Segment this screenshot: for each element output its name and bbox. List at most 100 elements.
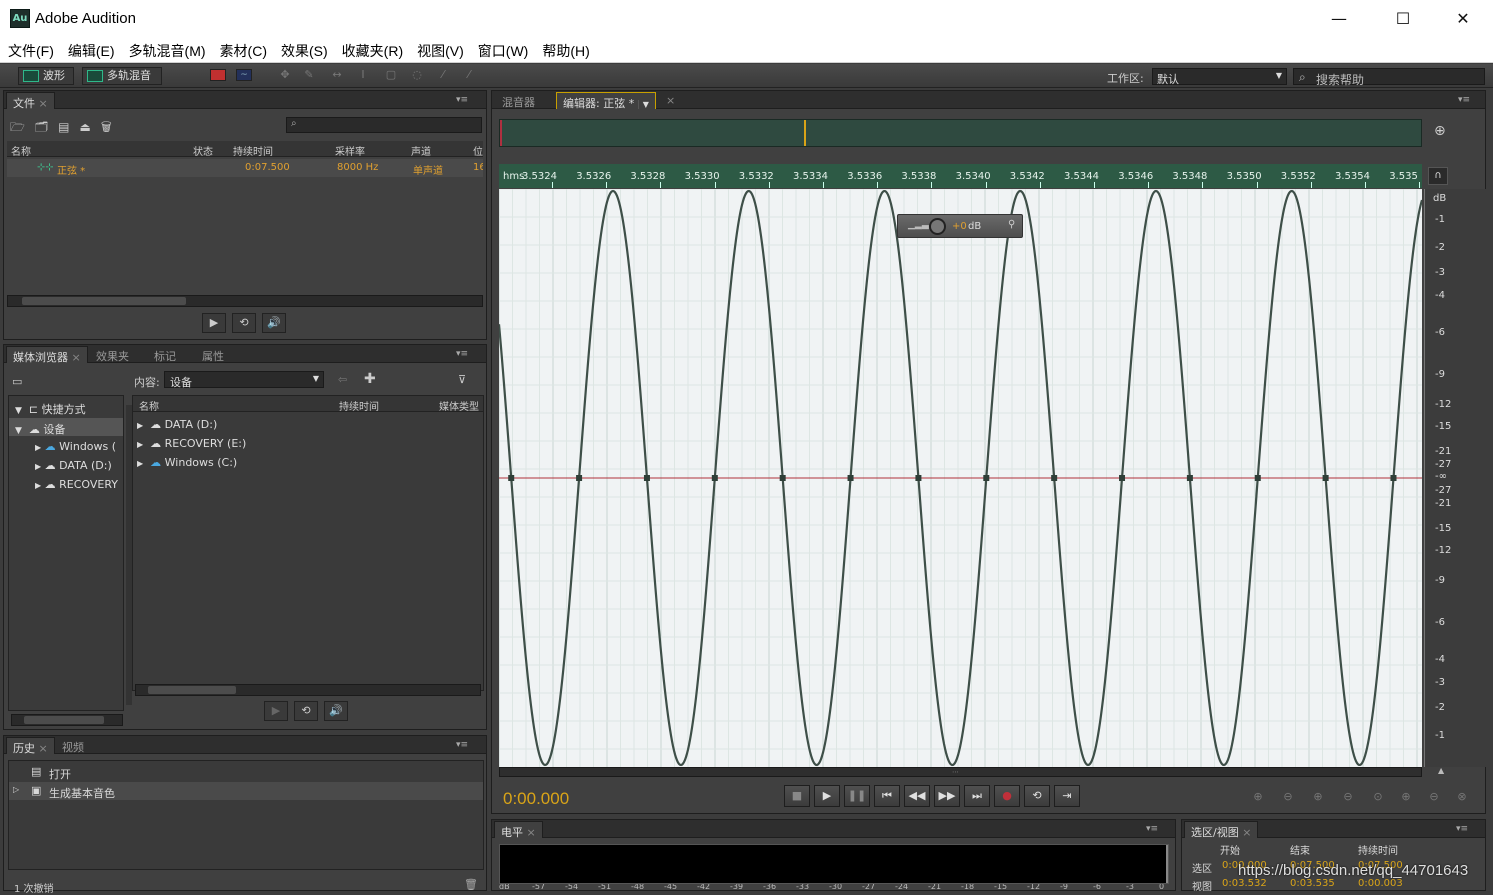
list-item[interactable]: ▶ ☁ DATA (D:) bbox=[137, 418, 217, 431]
panel-menu-icon[interactable]: ▾≡ bbox=[1456, 824, 1470, 834]
fast-forward-button[interactable]: ▶▶ bbox=[934, 785, 960, 807]
multitrack-view-button[interactable]: 多轨混音 bbox=[82, 67, 162, 85]
menu-file[interactable]: 文件(F) bbox=[8, 38, 54, 61]
time-selection-tool-icon[interactable]: I bbox=[356, 69, 370, 81]
filter-icon[interactable]: ⊽ bbox=[458, 373, 466, 386]
zoom-in-amplitude-icon[interactable]: ⊕ bbox=[1250, 790, 1266, 804]
tab-history[interactable]: 历史 × bbox=[6, 737, 55, 755]
file-search-input[interactable]: ⌕ bbox=[286, 117, 482, 133]
play-button[interactable]: ▶ bbox=[814, 785, 840, 807]
col-bits[interactable]: 位 bbox=[473, 143, 483, 158]
import-icon[interactable]: 🗂 bbox=[35, 120, 58, 134]
view-duration[interactable]: 0:00.003 bbox=[1358, 878, 1403, 889]
tab-media-browser[interactable]: 媒体浏览器 × bbox=[6, 346, 88, 364]
go-to-end-button[interactable]: ⏭ bbox=[964, 785, 990, 807]
zoom-out-amplitude-icon[interactable]: ⊖ bbox=[1280, 790, 1296, 804]
sample-point[interactable] bbox=[847, 475, 854, 481]
panel-menu-icon[interactable]: ▾≡ bbox=[456, 740, 470, 750]
spectral-view-icon[interactable] bbox=[210, 69, 226, 81]
brush-tool-icon[interactable]: ⁄ bbox=[436, 69, 450, 81]
minimize-button[interactable]: — bbox=[1316, 6, 1362, 32]
maximize-button[interactable]: ☐ bbox=[1380, 6, 1426, 32]
col-status[interactable]: 状态 bbox=[193, 143, 213, 158]
menu-favorites[interactable]: 收藏夹(R) bbox=[342, 38, 403, 61]
sample-point[interactable] bbox=[915, 475, 922, 481]
col-channels[interactable]: 声道 bbox=[411, 143, 431, 158]
sample-point[interactable] bbox=[508, 475, 515, 481]
menu-help[interactable]: 帮助(H) bbox=[542, 38, 589, 61]
auto-play-button[interactable]: 🔊 bbox=[324, 701, 348, 721]
menu-effects[interactable]: 效果(S) bbox=[281, 38, 328, 61]
delete-icon[interactable]: 🗑 bbox=[101, 120, 122, 134]
col-name[interactable]: 名称 bbox=[11, 143, 31, 158]
add-shortcut-icon[interactable]: ✚ bbox=[364, 371, 376, 387]
view-end[interactable]: 0:03.535 bbox=[1290, 878, 1335, 889]
menu-clip[interactable]: 素材(C) bbox=[220, 38, 267, 61]
slip-tool-icon[interactable]: ↔ bbox=[330, 69, 344, 81]
close-icon[interactable]: × bbox=[39, 97, 48, 110]
play-button[interactable]: ▶ bbox=[264, 701, 288, 721]
col-sample-rate[interactable]: 采样率 bbox=[335, 143, 365, 158]
razor-tool-icon[interactable]: ✎ bbox=[302, 69, 316, 81]
tab-files[interactable]: 文件 × bbox=[6, 92, 55, 110]
sample-point[interactable] bbox=[1390, 475, 1397, 481]
col-media-type[interactable]: 媒体类型 bbox=[439, 398, 479, 413]
workspace-select[interactable]: 默认 ▼ bbox=[1152, 68, 1287, 86]
tab-markers[interactable]: 标记 bbox=[148, 346, 182, 363]
zoom-in-time-icon[interactable]: ⊕ bbox=[1310, 790, 1326, 804]
sample-point[interactable] bbox=[983, 475, 990, 481]
auto-play-button[interactable]: 🔊 bbox=[262, 313, 286, 333]
overview-strip[interactable] bbox=[499, 119, 1422, 147]
record-button[interactable]: ● bbox=[994, 785, 1020, 807]
tab-levels[interactable]: 电平 × bbox=[494, 821, 543, 839]
sample-point[interactable] bbox=[643, 475, 650, 481]
back-arrow-icon[interactable]: ⇦ bbox=[338, 373, 347, 386]
horizontal-scrollbar[interactable] bbox=[11, 714, 123, 726]
loop-button[interactable]: ⟲ bbox=[232, 313, 256, 333]
list-item[interactable]: ▼ ☁ 设备 bbox=[9, 418, 123, 436]
panel-menu-icon[interactable]: ▾≡ bbox=[1458, 95, 1472, 105]
content-select[interactable]: 设备 ▼ bbox=[164, 371, 324, 389]
gain-hud[interactable]: ▁▂▃ +0 dB ⚲ bbox=[897, 214, 1023, 238]
list-item[interactable]: ▶ ☁ Windows (C:) bbox=[137, 456, 237, 469]
sample-point[interactable] bbox=[1254, 475, 1261, 481]
close-icon[interactable]: × bbox=[527, 826, 536, 839]
spot-heal-tool-icon[interactable]: ⁄ bbox=[462, 69, 476, 81]
sample-point[interactable] bbox=[1119, 475, 1126, 481]
menu-view[interactable]: 视图(V) bbox=[417, 38, 464, 61]
chevron-up-icon[interactable]: ▲ bbox=[1438, 766, 1444, 775]
panel-menu-icon[interactable]: ▾≡ bbox=[1146, 824, 1160, 834]
tab-effects-rack[interactable]: 效果夹 bbox=[90, 346, 135, 363]
zoom-out-point-icon[interactable]: ⊖ bbox=[1426, 790, 1442, 804]
marquee-tool-icon[interactable]: ▢ bbox=[384, 69, 398, 81]
chevron-down-icon[interactable]: ▼ bbox=[637, 100, 649, 109]
zoom-full-icon[interactable]: ⊙ bbox=[1370, 790, 1386, 804]
list-item[interactable]: ▷ ▣ 生成基本音色 bbox=[9, 782, 483, 800]
waveform-view-button[interactable]: 波形 bbox=[18, 67, 74, 85]
export-icon[interactable]: ⏏ bbox=[79, 120, 100, 134]
sample-point[interactable] bbox=[1051, 475, 1058, 481]
list-item[interactable]: ▶ ☁ RECOVERY (E:) bbox=[137, 437, 246, 450]
zoom-out-time-icon[interactable]: ⊖ bbox=[1340, 790, 1356, 804]
spectral-pitch-icon[interactable]: ~ bbox=[236, 69, 252, 81]
menu-edit[interactable]: 编辑(E) bbox=[68, 38, 115, 61]
overview-playhead[interactable] bbox=[803, 120, 806, 146]
stop-button[interactable]: ■ bbox=[784, 785, 810, 807]
close-icon[interactable]: × bbox=[666, 94, 675, 107]
headphone-icon[interactable]: ∩ bbox=[1428, 167, 1448, 185]
list-item[interactable]: ▶ ☁ Windows ( bbox=[35, 440, 125, 453]
waveform-area[interactable]: ▁▂▃ +0 dB ⚲ bbox=[499, 189, 1422, 767]
sample-point[interactable] bbox=[576, 475, 583, 481]
table-row[interactable]: ⊹⊹ 正弦 * 0:07.500 8000 Hz 单声道 16 bbox=[7, 159, 483, 177]
close-button[interactable]: ✕ bbox=[1440, 6, 1486, 32]
open-folder-icon[interactable]: 🗁 bbox=[10, 120, 35, 134]
horizontal-scrollbar[interactable]: ⋯ ▲ bbox=[499, 766, 1444, 777]
col-duration[interactable]: 持续时间 bbox=[233, 143, 273, 158]
rewind-button[interactable]: ◀◀ bbox=[904, 785, 930, 807]
menu-multitrack[interactable]: 多轨混音(M) bbox=[129, 38, 206, 61]
tab-editor[interactable]: 编辑器: 正弦 * ▼ bbox=[556, 92, 656, 110]
close-icon[interactable]: × bbox=[72, 351, 81, 364]
tab-video[interactable]: 视频 bbox=[56, 737, 90, 754]
close-icon[interactable]: × bbox=[39, 742, 48, 755]
drive-icon[interactable]: ▭ bbox=[12, 375, 22, 388]
